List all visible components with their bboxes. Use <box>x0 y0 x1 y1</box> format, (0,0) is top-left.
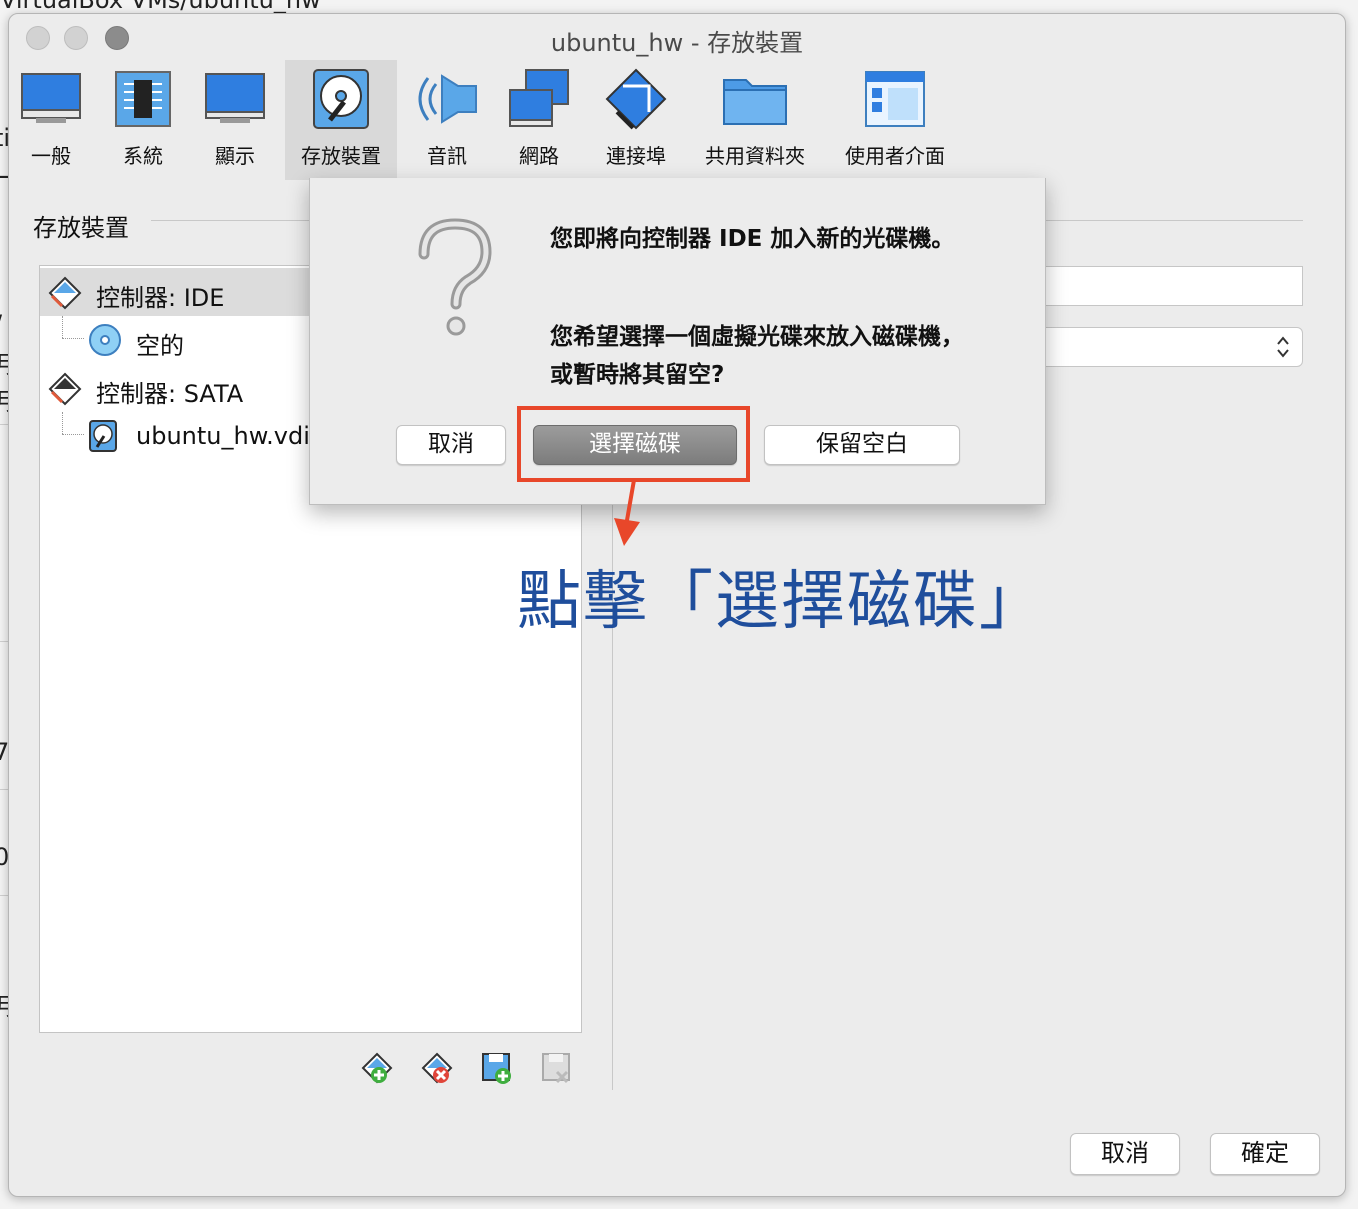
tab-label: 一般 <box>31 144 71 168</box>
optical-disc-icon <box>89 324 121 356</box>
hard-disk-icon <box>89 420 117 452</box>
chip-system-icon <box>115 71 171 127</box>
tab-shared-folders[interactable]: 共用資料夾 <box>695 60 815 180</box>
tab-general[interactable]: 一般 <box>11 60 91 180</box>
dialog-message: 您即將向控制器 IDE 加入新的光碟機。 <box>550 226 955 252</box>
remove-controller-icon[interactable] <box>419 1050 455 1086</box>
background-path-text: VirtualBox VMs/ubuntu_hw <box>0 0 321 14</box>
sata-controller-icon <box>48 372 82 406</box>
tab-label: 存放裝置 <box>301 144 381 168</box>
highlight-box <box>517 406 750 482</box>
remove-attachment-icon[interactable] <box>539 1050 575 1086</box>
monitor-general-icon <box>21 73 81 123</box>
ok-button[interactable]: 確定 <box>1210 1133 1320 1175</box>
leave-empty-button[interactable]: 保留空白 <box>764 425 960 465</box>
window-title: ubuntu_hw - 存放裝置 <box>550 29 804 57</box>
cancel-button[interactable]: 取消 <box>1070 1133 1180 1175</box>
storage-disk-icon <box>313 69 369 129</box>
name-field[interactable] <box>1039 266 1303 306</box>
storage-section-title: 存放裝置 <box>33 214 129 242</box>
tab-system[interactable]: 系統 <box>103 60 183 180</box>
tab-label: 連接埠 <box>606 144 666 168</box>
serial-port-icon <box>605 68 667 130</box>
user-interface-icon <box>865 71 925 127</box>
type-select[interactable] <box>1039 327 1303 367</box>
title-bar: ubuntu_hw - 存放裝置 <box>9 14 1345 60</box>
tab-label: 共用資料夾 <box>705 144 805 168</box>
updown-chevron-icon <box>1277 336 1289 358</box>
tab-label: 使用者介面 <box>845 144 945 168</box>
annotation-text: 點擊「選擇磁碟」 <box>517 565 1045 639</box>
ide-controller-icon <box>48 276 82 310</box>
tab-network[interactable]: 網路 <box>499 60 579 180</box>
tree-item-label: 控制器: SATA <box>96 380 244 408</box>
speaker-audio-icon <box>418 74 477 124</box>
tree-item-label: 空的 <box>136 332 184 360</box>
display-monitor-icon <box>205 73 265 123</box>
tab-label: 系統 <box>123 144 163 168</box>
tab-label: 網路 <box>519 144 559 168</box>
tab-label: 顯示 <box>215 144 255 168</box>
background-fragment: i <box>0 700 1 728</box>
tab-display[interactable]: 顯示 <box>195 60 275 180</box>
question-mark-icon <box>418 218 492 336</box>
dialog-cancel-button[interactable]: 取消 <box>396 425 506 465</box>
dialog-question: 您希望選擇一個虛擬光碟來放入磁碟機，或暫時將其留空? <box>550 324 964 388</box>
tab-user-interface[interactable]: 使用者介面 <box>835 60 955 180</box>
tab-label: 音訊 <box>427 144 467 168</box>
tab-audio[interactable]: 音訊 <box>407 60 487 180</box>
tab-storage[interactable]: 存放裝置 <box>285 60 397 180</box>
settings-toolbar: 一般 系統 顯示 存放裝置 音訊 網路 連接埠 共用資料夾 使用者介面 <box>9 60 1345 180</box>
tree-item-label: ubuntu_hw.vdi <box>136 422 310 450</box>
network-monitors-icon <box>509 69 569 127</box>
tree-item-label: 控制器: IDE <box>96 284 225 312</box>
add-controller-icon[interactable] <box>359 1050 395 1086</box>
add-attachment-icon[interactable] <box>479 1050 515 1086</box>
annotation-arrow-icon <box>614 479 640 546</box>
tab-ports[interactable]: 連接埠 <box>591 60 681 180</box>
background-fragment: / <box>0 310 2 338</box>
shared-folder-icon <box>723 79 787 125</box>
